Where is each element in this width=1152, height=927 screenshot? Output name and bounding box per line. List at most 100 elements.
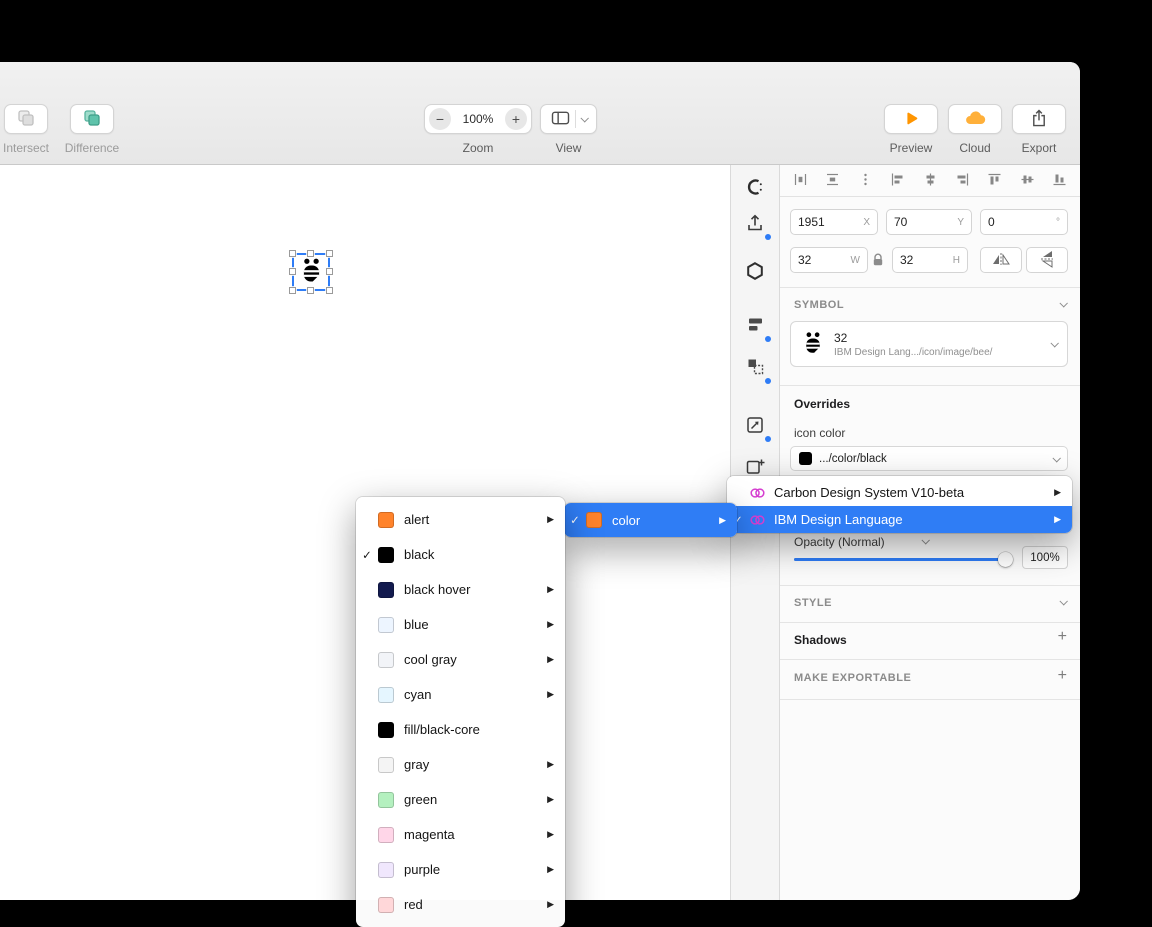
lock-ratio-icon[interactable] [872,253,884,270]
layout-settings-button[interactable] [731,311,779,342]
color-name: blue [404,617,429,632]
zoom-in-button[interactable]: + [504,108,527,130]
components-button[interactable] [731,173,779,203]
resize-handle[interactable] [307,287,314,294]
height-field[interactable]: 32 H [892,247,968,273]
color-menu-item[interactable]: ✓ black hover ▶ [356,572,565,607]
color-menu-item[interactable]: ✓ red ▶ [356,887,565,922]
resize-handle[interactable] [289,250,296,257]
view-button[interactable] [540,104,597,134]
difference-group: Difference [44,62,140,164]
resize-handle[interactable] [307,250,314,257]
chevron-down-icon [579,114,589,123]
overrides-header: Overrides [794,397,851,411]
color-menu-item[interactable]: ✓ gray ▶ [356,747,565,782]
submenu-arrow-icon: ▶ [547,584,554,594]
color-menu-item[interactable]: ✓ blue ▶ [356,607,565,642]
opacity-slider-knob[interactable] [998,552,1013,567]
submenu-arrow-icon: ▶ [1054,487,1061,497]
libraries-menu: ✓ Carbon Design System V10-beta ▶ ✓ IBM … [727,476,1072,533]
submenu-arrow-icon: ▶ [547,864,554,874]
colors-menu: ✓ alert ▶ ✓ black ▶ ✓ black hover ▶ ✓ bl… [356,497,565,927]
library-icon [749,486,767,500]
symbol-selector[interactable]: 32 IBM Design Lang.../icon/image/bee/ [790,321,1068,367]
bee-icon [298,257,325,287]
y-position-field[interactable]: 70 Y [886,209,972,235]
add-shadow-button[interactable]: + [1058,628,1067,646]
view-group: View [540,62,597,164]
opacity-value-field[interactable]: 100% [1022,546,1068,569]
alignment-toolbar [780,165,1080,197]
upload-symbol-button[interactable] [731,209,779,240]
vector-edit-icon [745,415,765,438]
color-menu-item[interactable]: ✓ green ▶ [356,782,565,817]
export-button[interactable] [1012,104,1066,134]
color-name: alert [404,512,430,527]
color-menu-item[interactable]: ✓ magenta ▶ [356,817,565,852]
color-menu-item[interactable]: ✓ black ▶ [356,537,565,572]
resize-handle[interactable] [326,250,333,257]
submenu-arrow-icon: ▶ [547,899,554,909]
align-middle-icon[interactable] [1020,172,1035,190]
style-section-chevron-icon[interactable] [1059,597,1068,606]
layout-rows-icon [746,315,765,337]
align-left-icon[interactable] [890,172,905,190]
color-menu-item[interactable]: ✓ purple ▶ [356,852,565,887]
check-icon: ✓ [570,515,580,527]
more-options-icon[interactable] [858,172,873,190]
align-center-horizontal-icon[interactable] [923,172,938,190]
components-icon [746,178,764,199]
color-menu-item[interactable]: ✓ cool gray ▶ [356,642,565,677]
vector-edit-button[interactable] [731,411,779,442]
flip-vertical-icon [1040,250,1054,271]
badge-dot [765,436,771,442]
y-value: 70 [894,215,908,229]
width-field[interactable]: 32 W [790,247,868,273]
symbol-instance-button[interactable] [731,353,779,384]
symbol-dropdown-chevron-icon [1050,339,1059,348]
color-group-menu-item[interactable]: ✓ color ▶ [564,503,737,537]
flip-vertical-button[interactable] [1026,247,1068,273]
align-bottom-icon[interactable] [1052,172,1067,190]
opacity-value: 100% [1030,551,1060,564]
x-position-field[interactable]: 1951 X [790,209,878,235]
library-menu-item[interactable]: ✓ IBM Design Language ▶ [727,506,1072,533]
align-top-icon[interactable] [987,172,1002,190]
preview-button[interactable] [884,104,938,134]
resize-handle[interactable] [326,268,333,275]
color-menu-item[interactable]: ✓ fill/black-core ▶ [356,712,565,747]
symbol-source-button[interactable] [731,257,779,287]
color-swatch [378,896,394,913]
rotation-value: 0 [988,215,995,229]
make-exportable-button[interactable]: + [1058,667,1067,685]
selected-bee-symbol[interactable] [289,250,333,294]
color-menu-item[interactable]: ✓ cyan ▶ [356,677,565,712]
rotation-field[interactable]: 0 ° [980,209,1068,235]
height-value: 32 [900,253,914,267]
opacity-chevron-icon[interactable] [921,536,930,545]
library-menu-item[interactable]: ✓ Carbon Design System V10-beta ▶ [727,479,1072,506]
symbol-section-chevron-icon[interactable] [1059,299,1068,308]
color-name: black hover [404,582,471,597]
resize-handle[interactable] [289,268,296,275]
zoom-out-button[interactable]: − [429,108,451,130]
resize-handle[interactable] [289,287,296,294]
distribute-horizontal-icon[interactable] [793,172,808,190]
submenu-arrow-icon: ▶ [547,759,554,769]
intersect-button[interactable] [4,104,48,134]
resize-handle[interactable] [326,287,333,294]
cloud-button[interactable] [948,104,1002,134]
difference-icon [82,108,102,131]
symbol-path: IBM Design Lang.../icon/image/bee/ [834,346,993,358]
color-menu-item[interactable]: ✓ alert ▶ [356,502,565,537]
align-right-icon[interactable] [955,172,970,190]
flip-horizontal-button[interactable] [980,247,1022,273]
distribute-vertical-icon[interactable] [825,172,840,190]
opacity-slider[interactable] [794,552,1013,567]
difference-button[interactable] [70,104,114,134]
symbol-name: 32 [834,330,848,345]
rotation-unit: ° [1056,216,1060,228]
color-swatch [378,546,394,563]
icon-color-dropdown[interactable]: .../color/black [790,446,1068,471]
color-name: gray [404,757,430,772]
